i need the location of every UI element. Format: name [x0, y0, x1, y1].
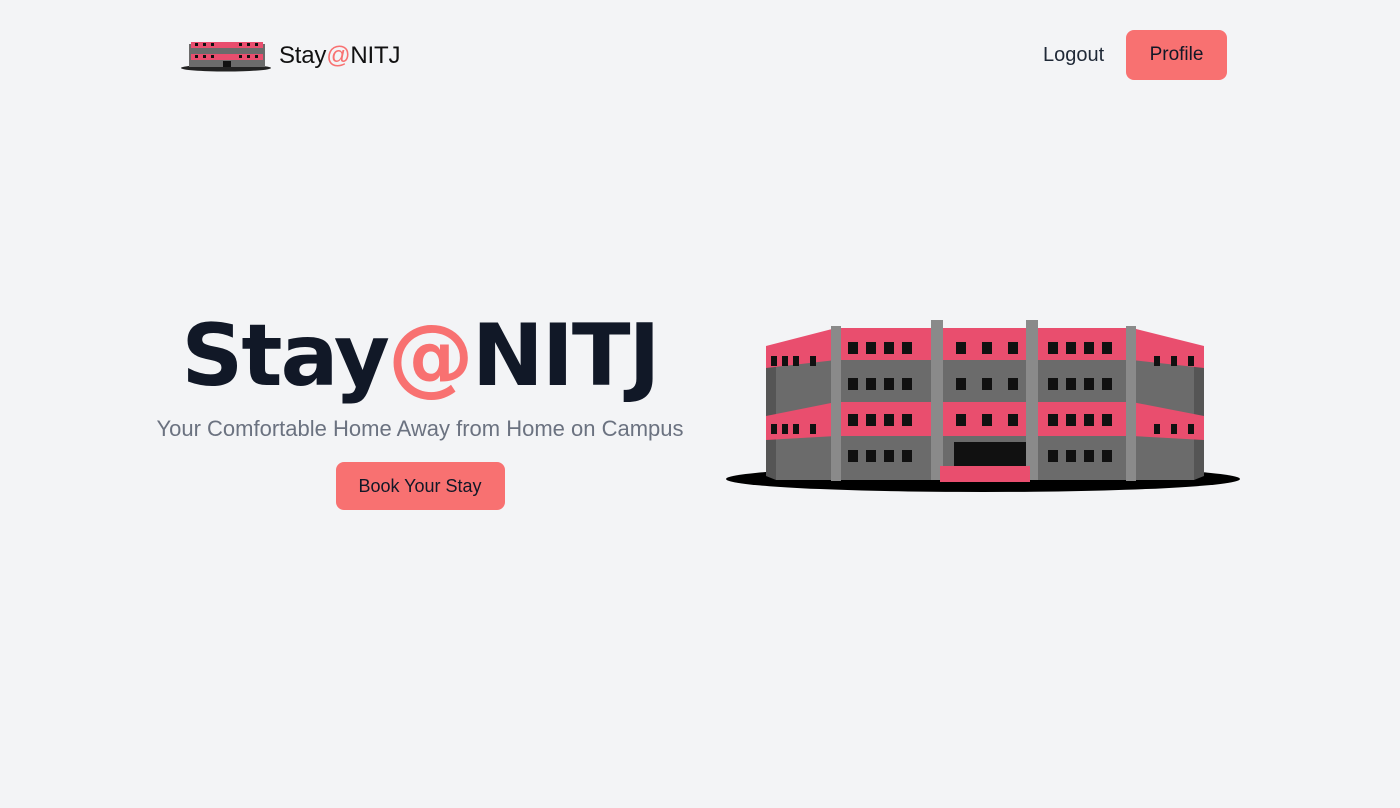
book-your-stay-button[interactable]: Book Your Stay: [335, 462, 505, 510]
brand-name-suffix: NITJ: [350, 42, 401, 69]
hero-content: Stay@NITJ Your Comfortable Home Away fro…: [140, 300, 700, 510]
hostel-building-icon: [726, 320, 1240, 492]
hero-title-suffix: NITJ: [471, 306, 661, 406]
brand-name-prefix: Stay: [279, 42, 327, 69]
logout-link[interactable]: Logout: [1043, 44, 1104, 67]
navbar: Stay@NITJ Logout Profile: [0, 0, 1400, 112]
brand-link[interactable]: Stay@NITJ: [181, 38, 400, 74]
hero-title-at: @: [387, 306, 474, 406]
hero-title-prefix: Stay: [181, 306, 389, 406]
hero-title: Stay@NITJ: [140, 300, 700, 412]
hero-subtitle: Your Comfortable Home Away from Home on …: [156, 416, 684, 441]
profile-button[interactable]: Profile: [1126, 30, 1227, 80]
hostel-building-icon: [181, 42, 271, 72]
brand-name-at: @: [326, 42, 351, 69]
brand-name: Stay@NITJ: [279, 42, 400, 70]
